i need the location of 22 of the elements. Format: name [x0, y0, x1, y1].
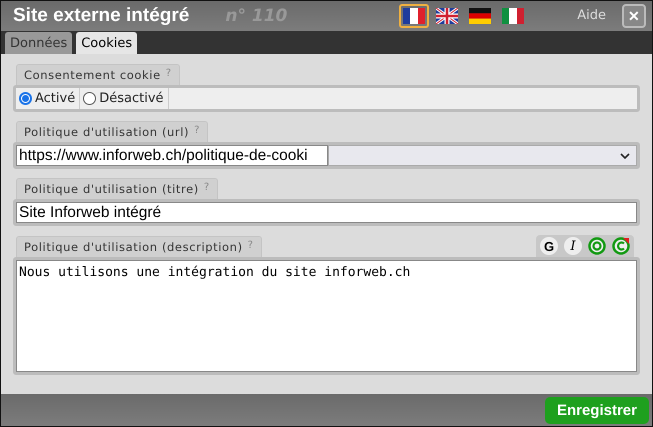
- field-label: Consentement cookie ?: [16, 64, 180, 86]
- tab[interactable]: Cookies: [76, 32, 138, 54]
- field-label: Politique d'utilisation (description) ?: [16, 236, 262, 258]
- radio-icon[interactable]: [19, 92, 32, 106]
- url-field[interactable]: https://www.inforweb.ch/politique-de-cooki: [16, 145, 328, 166]
- bold-button[interactable]: G: [540, 237, 558, 256]
- tab[interactable]: Données: [5, 32, 72, 54]
- close-button[interactable]: ✕: [622, 4, 646, 28]
- chevron-icon: [620, 152, 630, 159]
- field-label: Politique d'utilisation (titre) ?: [16, 178, 218, 200]
- target-icon[interactable]: [588, 237, 606, 256]
- italic-button[interactable]: I: [564, 237, 582, 256]
- radio-option[interactable]: Activé: [16, 88, 80, 110]
- title-field[interactable]: Site Inforweb intégré: [16, 202, 637, 224]
- refresh-icon[interactable]: [612, 237, 630, 256]
- window-title: Site externe intégré: [13, 4, 190, 27]
- radio-option[interactable]: Désactivé: [80, 88, 169, 110]
- flag-icon[interactable]: [399, 4, 430, 28]
- radio-icon[interactable]: [83, 92, 96, 106]
- description-field[interactable]: Nous utilisons une intégration du site inforweb.ch: [16, 260, 637, 372]
- help-link[interactable]: Aide: [577, 8, 606, 24]
- field-label: Politique d'utilisation (url) ?: [16, 121, 208, 142]
